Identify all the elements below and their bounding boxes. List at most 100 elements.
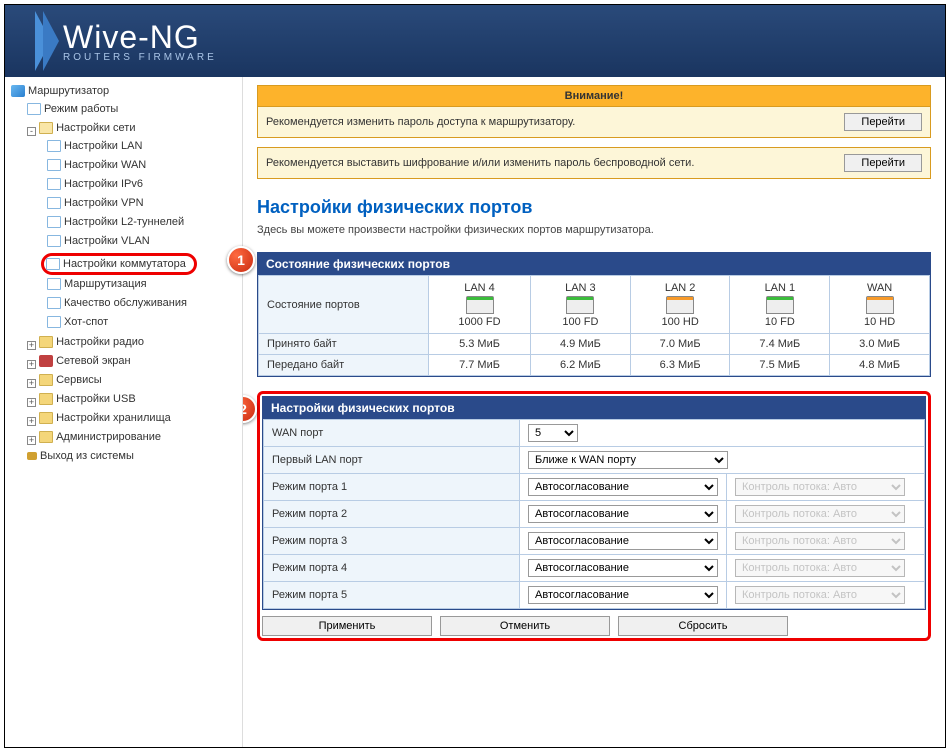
goto-button[interactable]: Перейти <box>844 113 922 131</box>
cancel-button[interactable]: Отменить <box>440 616 610 636</box>
panel-header: Состояние физических портов <box>258 253 930 275</box>
page-icon <box>27 103 41 115</box>
folder-icon <box>39 374 53 386</box>
tx-value: 4.8 МиБ <box>830 355 930 376</box>
expand-icon[interactable]: + <box>27 436 36 445</box>
row-label: Передано байт <box>259 355 429 376</box>
reset-button[interactable]: Сбросить <box>618 616 788 636</box>
folder-icon <box>39 412 53 424</box>
attention-header: Внимание! <box>257 85 931 107</box>
logo-title: Wive-NG <box>63 19 217 56</box>
notice-text: Рекомендуется изменить пароль доступа к … <box>266 116 575 128</box>
nav-radio[interactable]: Настройки радио <box>39 335 144 349</box>
port-config-panel: Настройки физических портов WAN порт 5 П… <box>262 396 926 610</box>
flow-control-select: Контроль потока: Авто <box>735 478 905 496</box>
page-icon <box>47 278 61 290</box>
nav-network[interactable]: Настройки сети <box>39 121 135 135</box>
nav-admin[interactable]: Администрирование <box>39 430 161 444</box>
nav-mode[interactable]: Режим работы <box>27 102 118 116</box>
goto-button[interactable]: Перейти <box>844 154 922 172</box>
page-icon <box>47 178 61 190</box>
nav-storage[interactable]: Настройки хранилища <box>39 411 171 425</box>
port-mode-select[interactable]: Автосогласование <box>528 586 718 604</box>
callout-1: 1 <box>227 246 255 274</box>
logo-subtitle: ROUTERS FIRMWARE <box>63 52 217 63</box>
nav-services[interactable]: Сервисы <box>39 373 102 387</box>
port-mode-select[interactable]: Автосогласование <box>528 505 718 523</box>
expand-icon[interactable]: + <box>27 341 36 350</box>
tree-root[interactable]: Маршрутизатор <box>11 84 109 98</box>
wan-port-select[interactable]: 5 <box>528 424 578 442</box>
router-icon <box>11 85 25 97</box>
page-icon <box>47 297 61 309</box>
rx-value: 5.3 МиБ <box>429 334 531 355</box>
port-mode-label: Режим порта 3 <box>264 528 520 555</box>
page-icon <box>47 316 61 328</box>
port-mode-label: Режим порта 2 <box>264 501 520 528</box>
nav-qos[interactable]: Качество обслуживания <box>47 296 187 310</box>
flow-control-select: Контроль потока: Авто <box>735 586 905 604</box>
port-wan: WAN10 HD <box>830 276 930 334</box>
nav-hotspot[interactable]: Хот-спот <box>47 315 108 329</box>
page-icon <box>47 216 61 228</box>
nav-firewall[interactable]: Сетевой экран <box>39 354 131 368</box>
key-icon <box>27 452 37 460</box>
apply-button[interactable]: Применить <box>262 616 432 636</box>
notice-password: Рекомендуется изменить пароль доступа к … <box>257 106 931 138</box>
rx-value: 4.9 МиБ <box>531 334 631 355</box>
nav-vpn[interactable]: Настройки VPN <box>47 196 144 210</box>
port-mode-select[interactable]: Автосогласование <box>528 532 718 550</box>
sidebar-nav: Маршрутизатор Режим работы - Настройки с… <box>5 77 243 747</box>
page-icon <box>47 140 61 152</box>
expand-icon[interactable]: + <box>27 398 36 407</box>
flow-control-select: Контроль потока: Авто <box>735 559 905 577</box>
nav-routing[interactable]: Маршрутизация <box>47 277 147 291</box>
page-description: Здесь вы можете произвести настройки физ… <box>257 224 931 236</box>
port-mode-select[interactable]: Автосогласование <box>528 478 718 496</box>
page-icon <box>47 235 61 247</box>
folder-icon <box>39 393 53 405</box>
tx-value: 7.5 МиБ <box>730 355 830 376</box>
nav-ipv6[interactable]: Настройки IPv6 <box>47 177 143 191</box>
row-label: Состояние портов <box>259 276 429 334</box>
notice-text: Рекомендуется выставить шифрование и/или… <box>266 157 694 169</box>
page-icon <box>47 197 61 209</box>
tx-value: 7.7 МиБ <box>429 355 531 376</box>
page-icon <box>47 159 61 171</box>
nav-usb[interactable]: Настройки USB <box>39 392 136 406</box>
port-mode-label: Режим порта 5 <box>264 582 520 609</box>
port-mode-label: Режим порта 1 <box>264 474 520 501</box>
nav-logout[interactable]: Выход из системы <box>27 449 134 463</box>
port-mode-select[interactable]: Автосогласование <box>528 559 718 577</box>
tx-value: 6.3 МиБ <box>630 355 730 376</box>
first-lan-label: Первый LAN порт <box>264 447 520 474</box>
port-lan3: LAN 3100 FD <box>531 276 631 334</box>
nav-l2[interactable]: Настройки L2-туннелей <box>47 215 184 229</box>
collapse-icon[interactable]: - <box>27 127 36 136</box>
callout-2: 2 <box>243 395 257 423</box>
page-title: Настройки физических портов <box>257 197 931 218</box>
first-lan-select[interactable]: Ближе к WAN порту <box>528 451 728 469</box>
rx-value: 7.4 МиБ <box>730 334 830 355</box>
expand-icon[interactable]: + <box>27 417 36 426</box>
page-icon <box>46 258 60 270</box>
expand-icon[interactable]: + <box>27 379 36 388</box>
nav-wan[interactable]: Настройки WAN <box>47 158 146 172</box>
rx-value: 7.0 МиБ <box>630 334 730 355</box>
folder-icon <box>39 336 53 348</box>
rx-value: 3.0 МиБ <box>830 334 930 355</box>
port-status-panel: Состояние физических портов Состояние по… <box>257 252 931 377</box>
flow-control-select: Контроль потока: Авто <box>735 505 905 523</box>
port-lan2: LAN 2100 HD <box>630 276 730 334</box>
flow-control-select: Контроль потока: Авто <box>735 532 905 550</box>
app-header: Wive-NG ROUTERS FIRMWARE <box>5 5 945 77</box>
port-lan4: LAN 41000 FD <box>429 276 531 334</box>
tx-value: 6.2 МиБ <box>531 355 631 376</box>
wan-port-label: WAN порт <box>264 420 520 447</box>
port-lan1: LAN 110 FD <box>730 276 830 334</box>
folder-open-icon <box>39 122 53 134</box>
expand-icon[interactable]: + <box>27 360 36 369</box>
nav-vlan[interactable]: Настройки VLAN <box>47 234 150 248</box>
nav-switch-highlighted[interactable]: Настройки коммутатора <box>41 253 197 275</box>
nav-lan[interactable]: Настройки LAN <box>47 139 142 153</box>
